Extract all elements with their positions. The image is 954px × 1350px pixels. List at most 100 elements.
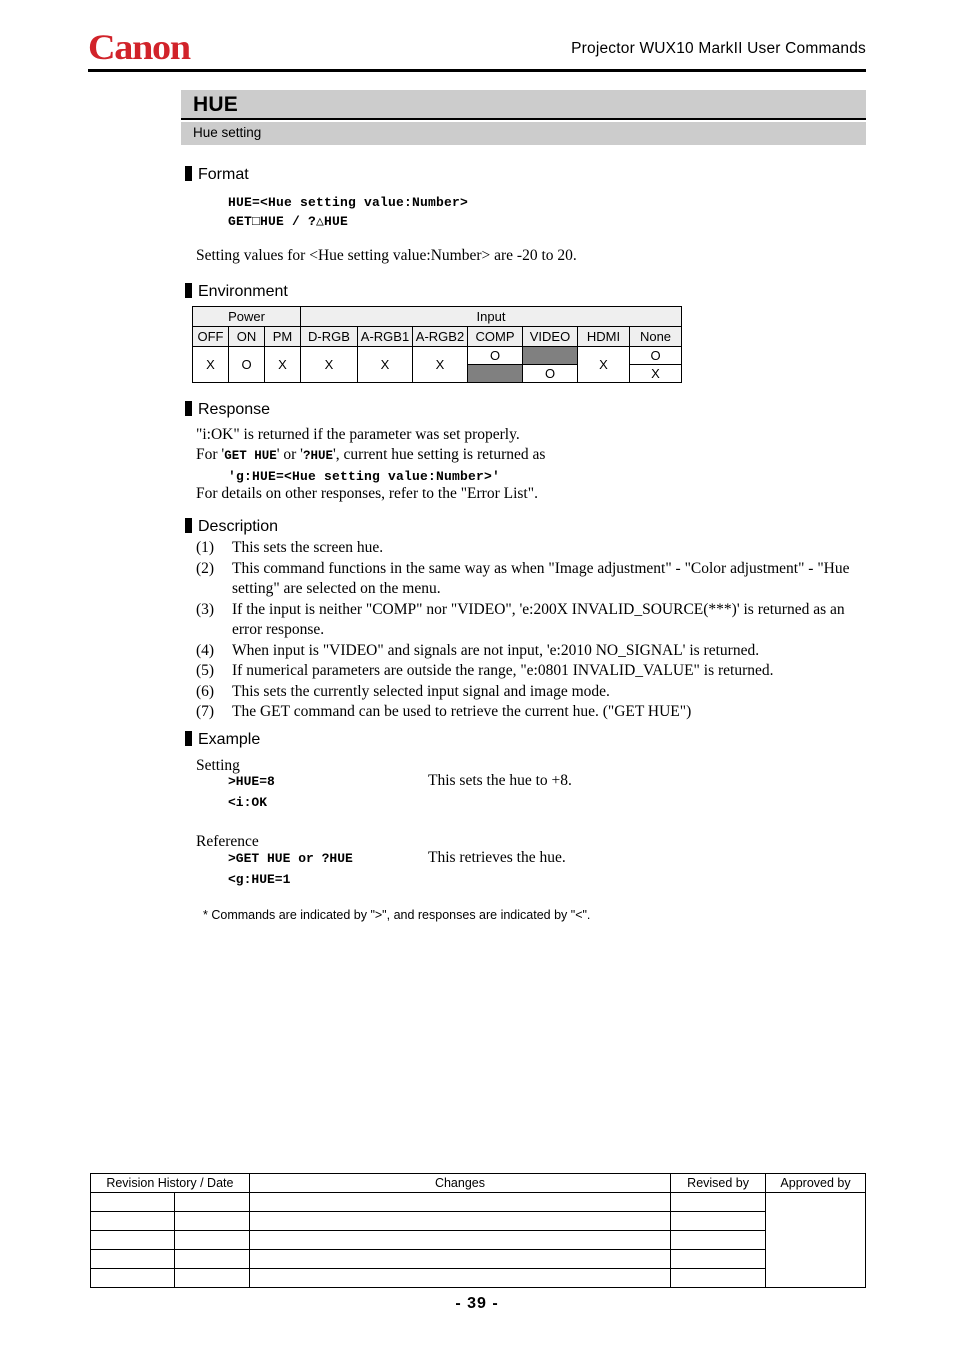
section-bullet-icon — [185, 283, 192, 298]
format-line-1: HUE=<Hue setting value:Number> — [228, 195, 469, 210]
cell-input-d-rgb: X — [300, 346, 358, 383]
description-item: (1) This sets the screen hue. — [196, 538, 868, 559]
section-heading-response: Response — [185, 401, 270, 419]
revision-cell-changes[interactable] — [248, 1230, 672, 1250]
revision-cell-date[interactable] — [173, 1249, 250, 1269]
revision-cell-date[interactable] — [173, 1268, 250, 1288]
description-item: (7) The GET command can be used to retri… — [196, 702, 868, 723]
revision-cell-history[interactable] — [90, 1192, 175, 1212]
description-item: (3) If the input is neither "COMP" nor "… — [196, 600, 868, 641]
table-row — [90, 1211, 866, 1231]
description-item-number: (2) — [196, 559, 215, 577]
revision-cell-revised-by[interactable] — [670, 1192, 767, 1212]
description-item-text: If the input is neither "COMP" nor "VIDE… — [232, 600, 845, 639]
environment-value-row-top: X O X X X X O X O — [192, 346, 682, 383]
response-get-hue-code: GET HUE — [224, 449, 277, 463]
cell-input-video-top — [522, 346, 578, 365]
example-reference-response: <g:HUE=1 — [228, 872, 291, 887]
document-page: Canon Projector WUX10 MarkII User Comman… — [0, 0, 954, 1350]
example-reference-note: This retrieves the hue. — [428, 849, 566, 866]
revision-cell-history[interactable] — [90, 1211, 175, 1231]
revision-cell-changes[interactable] — [248, 1192, 672, 1212]
table-row — [90, 1268, 866, 1288]
section-heading-example: Example — [185, 731, 260, 749]
cell-power-on: O — [228, 346, 265, 383]
revision-history-table: Revision History / Date Changes Revised … — [90, 1173, 866, 1288]
description-item-text: The GET command can be used to retrieve … — [232, 703, 692, 720]
revision-cell-history[interactable] — [90, 1230, 175, 1250]
cell-input-a-rgb1: X — [357, 346, 413, 383]
description-item: (2) This command functions in the same w… — [196, 559, 868, 600]
example-setting-note: This sets the hue to +8. — [428, 772, 572, 789]
example-setting-response: <i:OK — [228, 795, 268, 810]
command-title-band: HUE — [181, 90, 866, 120]
description-item-number: (6) — [196, 682, 215, 700]
revision-cell-history[interactable] — [90, 1249, 175, 1269]
revision-cell-date[interactable] — [173, 1192, 250, 1212]
col-header-off: OFF — [192, 326, 229, 347]
section-heading-environment: Environment — [185, 283, 288, 301]
description-item-text: This sets the screen hue. — [232, 539, 384, 556]
example-reference-command: >GET HUE or ?HUE — [228, 851, 353, 866]
header-rule — [88, 69, 866, 72]
revision-cell-revised-by[interactable] — [670, 1249, 767, 1269]
description-list: (1) This sets the screen hue. (2) This c… — [196, 538, 868, 723]
cell-power-pm: X — [264, 346, 301, 383]
command-subtitle: Hue setting — [193, 125, 262, 140]
table-row — [90, 1249, 866, 1269]
environment-group-header-row: Power Input — [192, 306, 682, 327]
document-title: Projector WUX10 MarkII User Commands — [571, 40, 866, 57]
col-header-d-rgb: D-RGB — [300, 326, 358, 347]
example-setting-command: >HUE=8 — [228, 774, 275, 789]
col-header-none: None — [629, 326, 682, 347]
description-item-text: This sets the currently selected input s… — [232, 682, 610, 700]
description-item-number: (1) — [196, 539, 215, 556]
example-footnote: * Commands are indicated by ">", and res… — [203, 908, 591, 922]
response-question-hue-code: ?HUE — [302, 449, 333, 463]
table-row — [90, 1230, 866, 1250]
table-row — [90, 1192, 866, 1288]
revision-cell-date[interactable] — [173, 1230, 250, 1250]
description-item-text: This command functions in the same way a… — [232, 559, 850, 598]
cell-input-a-rgb2: X — [412, 346, 468, 383]
revision-cell-revised-by[interactable] — [670, 1230, 767, 1250]
description-item-number: (3) — [196, 600, 215, 618]
revision-header-changes: Changes — [248, 1173, 672, 1193]
revision-header-row: Revision History / Date Changes Revised … — [90, 1173, 866, 1193]
description-item-text: When input is "VIDEO" and signals are no… — [232, 641, 760, 659]
revision-cell-date[interactable] — [173, 1211, 250, 1231]
revision-cell-history[interactable] — [90, 1268, 175, 1288]
revision-cell-revised-by[interactable] — [670, 1268, 767, 1288]
revision-cell-revised-by[interactable] — [670, 1211, 767, 1231]
col-header-comp: COMP — [467, 326, 523, 347]
revision-cell-changes[interactable] — [248, 1211, 672, 1231]
section-bullet-icon — [185, 731, 192, 746]
response-line2-part-c: ', current hue setting is returned as — [332, 446, 546, 463]
environment-heading-label: Environment — [198, 283, 288, 300]
command-subtitle-band: Hue setting — [181, 122, 866, 145]
description-item-text: If numerical parameters are outside the … — [232, 662, 774, 679]
col-header-hdmi: HDMI — [577, 326, 630, 347]
revision-cell-approved-by[interactable] — [765, 1192, 866, 1288]
group-header-power: Power — [192, 306, 301, 327]
section-bullet-icon — [185, 401, 192, 416]
description-item-number: (7) — [196, 703, 215, 720]
cell-input-comp-top: O — [467, 346, 523, 365]
page-header: Canon Projector WUX10 MarkII User Comman… — [88, 28, 866, 70]
cell-power-off: X — [192, 346, 229, 383]
response-line-4: For details on other responses, refer to… — [196, 485, 538, 502]
description-item-number: (5) — [196, 662, 215, 679]
revision-cell-changes[interactable] — [248, 1268, 672, 1288]
environment-column-header-row: OFF ON PM D-RGB A-RGB1 A-RGB2 COMP VIDEO… — [192, 326, 682, 347]
col-header-on: ON — [228, 326, 265, 347]
col-header-a-rgb1: A-RGB1 — [357, 326, 413, 347]
col-header-pm: PM — [264, 326, 301, 347]
revision-cell-changes[interactable] — [248, 1249, 672, 1269]
cell-input-none-top: O — [629, 346, 682, 365]
col-header-a-rgb2: A-RGB2 — [412, 326, 468, 347]
example-reference-label: Reference — [196, 833, 259, 850]
section-bullet-icon — [185, 518, 192, 533]
description-item-number: (4) — [196, 641, 215, 659]
description-item: (5) If numerical parameters are outside … — [196, 661, 868, 682]
example-heading-label: Example — [198, 731, 261, 748]
